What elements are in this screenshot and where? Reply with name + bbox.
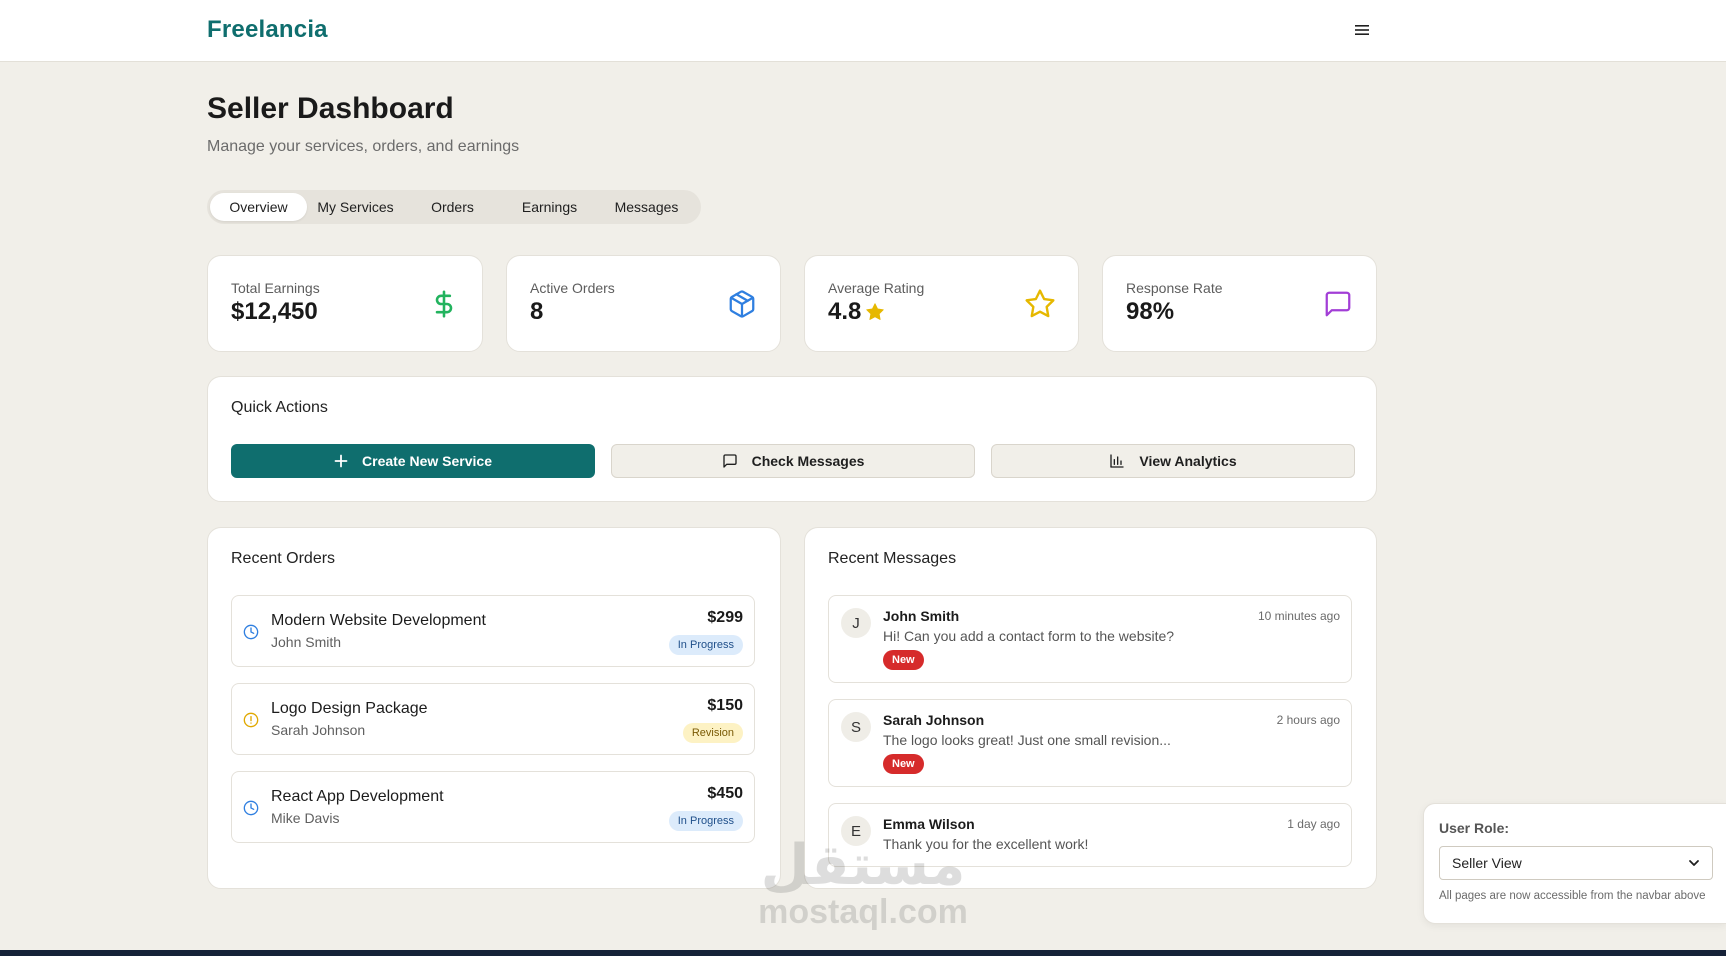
section-title: Recent Orders bbox=[231, 550, 336, 567]
tab-overview[interactable]: Overview bbox=[210, 193, 307, 221]
stat-value: 8 bbox=[530, 298, 543, 326]
order-item[interactable]: Modern Website Development John Smith $2… bbox=[231, 595, 755, 667]
message-preview: The logo looks great! Just one small rev… bbox=[883, 732, 1171, 748]
star-filled-icon bbox=[866, 303, 885, 320]
section-title: Recent Messages bbox=[828, 550, 957, 567]
message-time: 2 hours ago bbox=[1276, 713, 1340, 727]
order-title: React App Development bbox=[271, 788, 444, 805]
create-new-service-button[interactable]: Create New Service bbox=[231, 444, 595, 478]
user-role-label: User Role: bbox=[1439, 820, 1510, 836]
order-price: $150 bbox=[707, 697, 743, 714]
message-sender: John Smith bbox=[883, 608, 960, 624]
quick-actions-card: Quick Actions Create New Service Check M… bbox=[207, 376, 1377, 502]
bottom-strip bbox=[0, 950, 1726, 956]
new-badge: New bbox=[883, 754, 924, 774]
stat-value: $12,450 bbox=[231, 298, 318, 326]
clock-icon bbox=[243, 624, 259, 640]
tab-orders[interactable]: Orders bbox=[404, 193, 501, 221]
user-role-panel: User Role: Seller View All pages are now… bbox=[1423, 803, 1726, 924]
order-title: Logo Design Package bbox=[271, 700, 428, 717]
check-messages-button[interactable]: Check Messages bbox=[611, 444, 975, 478]
watermark-arabic: مستقل bbox=[760, 833, 966, 898]
avatar: S bbox=[841, 712, 871, 742]
selected-role: Seller View bbox=[1452, 855, 1522, 871]
message-item[interactable]: S Sarah Johnson 2 hours ago The logo loo… bbox=[828, 699, 1352, 787]
order-item[interactable]: React App Development Mike Davis $450 In… bbox=[231, 771, 755, 843]
message-icon bbox=[722, 454, 737, 468]
tab-my-services[interactable]: My Services bbox=[307, 193, 404, 221]
hamburger-icon bbox=[1355, 25, 1369, 35]
stat-value-text: 98% bbox=[1126, 298, 1175, 325]
message-item[interactable]: J John Smith 10 minutes ago Hi! Can you … bbox=[828, 595, 1352, 683]
stat-value-text: $12,450 bbox=[231, 298, 318, 325]
menu-button[interactable] bbox=[1350, 18, 1374, 42]
watermark-logo: مستقل mostaql.com bbox=[758, 838, 968, 938]
role-note: All pages are now accessible from the na… bbox=[1439, 890, 1706, 902]
top-navbar: Freelancia bbox=[0, 0, 1726, 62]
new-badge: New bbox=[883, 650, 924, 670]
section-title: Quick Actions bbox=[231, 399, 328, 416]
bar-chart-icon bbox=[1110, 454, 1125, 468]
stat-card-response-rate: Response Rate 98% bbox=[1102, 255, 1377, 352]
order-title: Modern Website Development bbox=[271, 612, 486, 629]
watermark-latin: mostaql.com bbox=[758, 893, 968, 931]
status-badge: In Progress bbox=[668, 811, 743, 831]
page-subtitle: Manage your services, orders, and earnin… bbox=[207, 138, 520, 155]
dollar-icon bbox=[428, 288, 460, 320]
stat-label: Response Rate bbox=[1126, 280, 1223, 296]
tab-messages[interactable]: Messages bbox=[598, 193, 695, 221]
message-preview: Hi! Can you add a contact form to the we… bbox=[883, 628, 1175, 644]
stat-card-total-earnings: Total Earnings $12,450 bbox=[207, 255, 483, 352]
button-label: View Analytics bbox=[1139, 453, 1237, 469]
view-analytics-button[interactable]: View Analytics bbox=[991, 444, 1355, 478]
button-label: Create New Service bbox=[362, 453, 492, 469]
star-icon bbox=[1024, 288, 1056, 320]
avatar: J bbox=[841, 608, 871, 638]
chevron-down-icon bbox=[1689, 860, 1699, 866]
status-badge: Revision bbox=[682, 723, 743, 743]
stat-label: Total Earnings bbox=[231, 280, 320, 296]
dashboard-tabs: Overview My Services Orders Earnings Mes… bbox=[207, 190, 701, 224]
message-sender: Sarah Johnson bbox=[883, 712, 985, 728]
plus-icon bbox=[334, 454, 348, 468]
stat-value-text: 8 bbox=[530, 298, 544, 325]
stat-value: 4.8 bbox=[828, 298, 885, 326]
message-sender: Emma Wilson bbox=[883, 816, 975, 832]
stat-value-text: 4.8 bbox=[828, 298, 862, 325]
page-title: Seller Dashboard bbox=[207, 92, 454, 125]
stat-card-active-orders: Active Orders 8 bbox=[506, 255, 781, 352]
button-label: Check Messages bbox=[751, 453, 865, 469]
order-price: $299 bbox=[707, 609, 743, 626]
message-time: 1 day ago bbox=[1287, 817, 1340, 831]
stat-card-average-rating: Average Rating 4.8 bbox=[804, 255, 1079, 352]
stat-label: Active Orders bbox=[530, 280, 615, 296]
package-icon bbox=[726, 288, 758, 320]
user-role-select[interactable]: Seller View bbox=[1439, 846, 1713, 880]
order-client: Sarah Johnson bbox=[271, 722, 366, 738]
status-badge: In Progress bbox=[668, 635, 743, 655]
order-price: $450 bbox=[707, 785, 743, 802]
tab-earnings[interactable]: Earnings bbox=[501, 193, 598, 221]
order-client: John Smith bbox=[271, 634, 342, 650]
message-time: 10 minutes ago bbox=[1257, 609, 1340, 623]
recent-orders-card: Recent Orders Modern Website Development… bbox=[207, 527, 781, 889]
order-item[interactable]: Logo Design Package Sarah Johnson $150 R… bbox=[231, 683, 755, 755]
stat-value: 98% bbox=[1126, 298, 1174, 326]
alert-circle-icon bbox=[243, 712, 259, 728]
message-icon bbox=[1322, 288, 1354, 320]
order-client: Mike Davis bbox=[271, 810, 340, 826]
stat-label: Average Rating bbox=[828, 280, 925, 296]
brand-logo[interactable]: Freelancia bbox=[207, 16, 328, 44]
clock-icon bbox=[243, 800, 259, 816]
